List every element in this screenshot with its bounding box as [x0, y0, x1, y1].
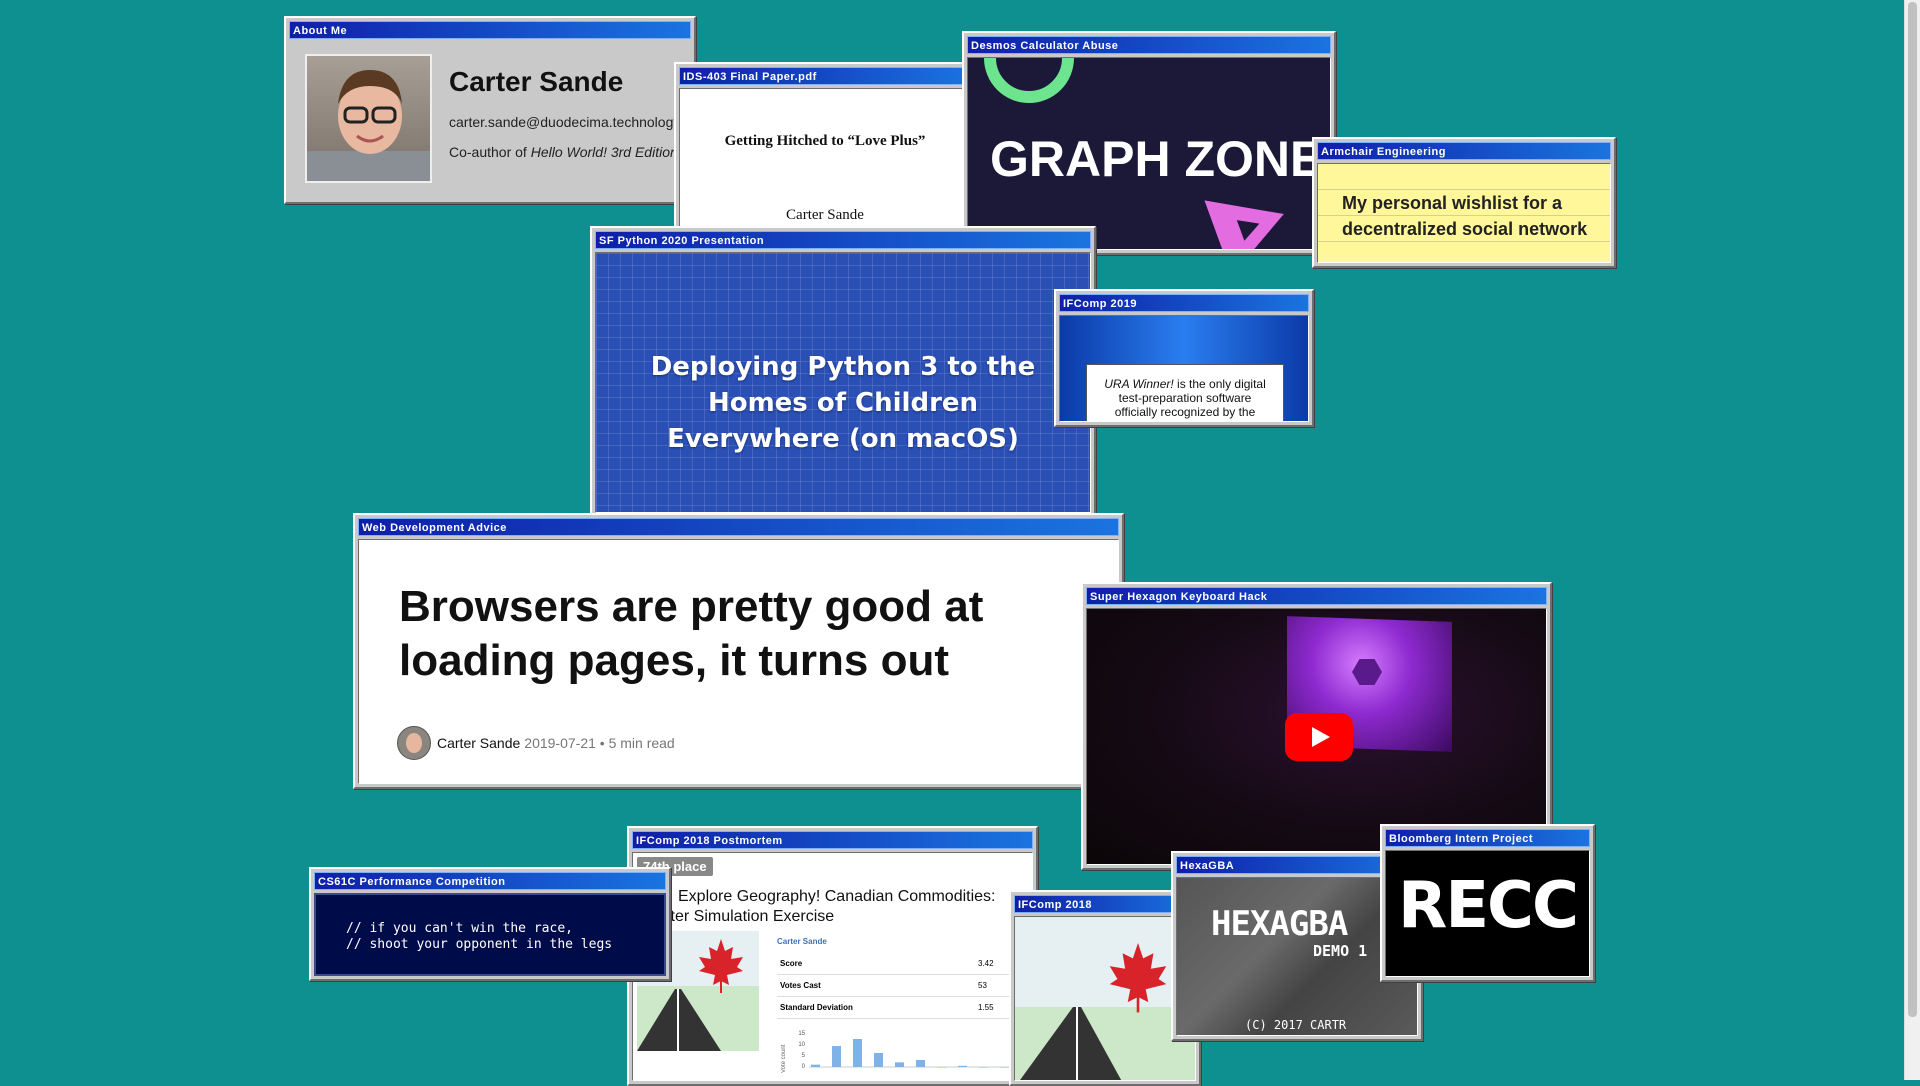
avatar	[305, 54, 432, 183]
stat-label: Score	[780, 959, 803, 968]
slide-title: Deploying Python 3 to the Homes of Child…	[650, 352, 1036, 454]
window-about-me[interactable]: About Me Carter Sande carter.sande@duode…	[284, 16, 696, 204]
slide-content: Deploying Python 3 to the Homes of Child…	[595, 252, 1091, 513]
window-title[interactable]: Super Hexagon Keyboard Hack	[1086, 587, 1547, 605]
histogram-bar	[958, 1065, 967, 1067]
scrollbar-thumb[interactable]	[1908, 2, 1917, 1017]
window-title[interactable]: IFComp 2018 Postmortem	[632, 831, 1033, 849]
histogram-bar	[937, 1067, 946, 1068]
youtube-play-button[interactable]	[1285, 713, 1353, 761]
road-shape	[1020, 1007, 1122, 1080]
ifcomp2018-cover	[1014, 916, 1196, 1081]
window-ifcomp-2019[interactable]: IFComp 2019 URA Winner! is the only digi…	[1054, 289, 1314, 427]
table-row: Votes Cast 53	[777, 975, 1032, 997]
ura-winner-emph: URA Winner!	[1104, 377, 1174, 391]
window-armchair[interactable]: Armchair Engineering My personal wishlis…	[1312, 137, 1616, 268]
code-line: // shoot your opponent in the legs	[346, 937, 613, 952]
stat-label: Standard Deviation	[780, 1003, 853, 1012]
vote-histogram-chart: Vote count 15 10 5 0	[781, 1031, 1021, 1073]
graph-zone-title: GRAPH ZONE	[990, 131, 1324, 187]
avatar	[397, 726, 431, 760]
about-content: Carter Sande carter.sande@duodecima.tech…	[289, 42, 691, 199]
window-title[interactable]: SF Python 2020 Presentation	[595, 231, 1091, 249]
article-headline[interactable]: Browsers are pretty good at loading page…	[399, 580, 1058, 688]
code-content: // if you can't win the race, // shoot y…	[314, 893, 666, 976]
window-title[interactable]: IFComp 2019	[1059, 294, 1309, 312]
ifcomp2019-card: URA Winner! is the only digital test-pre…	[1086, 364, 1284, 421]
article-content: Browsers are pretty good at loading page…	[358, 539, 1119, 784]
paper-content: Getting Hitched to “Love Plus” Carter Sa…	[679, 88, 971, 237]
article-byline: Carter Sande 2019-07-21 • 5 min read	[397, 726, 675, 760]
y-axis-label: Vote count	[781, 1044, 787, 1073]
author-link[interactable]: Carter Sande	[777, 937, 827, 946]
profile-coauthor: Co-author of Hello World! 3rd Edition	[449, 144, 678, 160]
profile-name: Carter Sande	[449, 66, 624, 97]
y-tick-label: 5	[802, 1053, 806, 1059]
desmos-content: GRAPH ZONE	[967, 57, 1331, 250]
window-sf-python[interactable]: SF Python 2020 Presentation Deploying Py…	[590, 226, 1096, 518]
y-tick-label: 10	[798, 1042, 805, 1048]
armchair-content: My personal wishlist for a decentralized…	[1317, 163, 1611, 263]
recc-logo: RECC	[1398, 869, 1579, 943]
histogram-bar	[832, 1046, 841, 1067]
hexagba-logo: HEXAGBA	[1211, 904, 1348, 944]
stat-label: Votes Cast	[780, 981, 821, 990]
window-title[interactable]: Armchair Engineering	[1317, 142, 1611, 160]
histogram-bar	[895, 1062, 904, 1067]
armchair-text: My personal wishlist for a decentralized…	[1342, 193, 1588, 239]
coauthor-prefix: Co-author of	[449, 144, 527, 160]
window-title[interactable]: CS61C Performance Competition	[314, 872, 666, 890]
y-tick-label: 0	[802, 1064, 806, 1070]
postmortem-content: 74th place Explore Geography! Canadian C…	[632, 852, 1033, 1081]
paper-heading: Getting Hitched to “Love Plus”	[724, 133, 926, 149]
paper-author: Carter Sande	[786, 207, 864, 223]
bloomberg-content: RECC	[1385, 850, 1590, 977]
histogram-bar	[811, 1064, 820, 1067]
window-title[interactable]: Bloomberg Intern Project	[1385, 829, 1590, 847]
histogram-bar	[853, 1039, 862, 1067]
stats-table: Score 3.42 Votes Cast 53 Standard Deviat…	[777, 953, 1032, 1019]
ifcomp2019-content: URA Winner! is the only digital test-pre…	[1059, 315, 1309, 422]
hexagba-copyright: (C) 2017 CARTR	[1245, 1018, 1347, 1032]
game-title[interactable]: Explore Geography! Canadian Commodities:…	[643, 887, 1028, 927]
y-tick-label: 15	[798, 1031, 805, 1037]
stat-value: 3.42	[978, 959, 994, 968]
table-row: Score 3.42	[777, 953, 1032, 975]
window-cs61c[interactable]: CS61C Performance Competition // if you …	[309, 867, 671, 981]
window-desmos[interactable]: Desmos Calculator Abuse GRAPH ZONE	[962, 31, 1336, 255]
window-bloomberg[interactable]: Bloomberg Intern Project RECC	[1380, 824, 1595, 982]
page-scrollbar[interactable]	[1904, 0, 1920, 1080]
green-circle-shape	[984, 58, 1074, 103]
histogram-bar	[916, 1060, 925, 1067]
histogram-bar	[979, 1067, 988, 1068]
window-title[interactable]: About Me	[289, 21, 691, 39]
stat-value: 1.55	[978, 1003, 994, 1012]
window-final-paper[interactable]: IDS-403 Final Paper.pdf Getting Hitched …	[674, 62, 976, 242]
code-line: // if you can't win the race,	[346, 921, 573, 936]
window-ifcomp-2018-postmortem[interactable]: IFComp 2018 Postmortem 74th place Explor…	[627, 826, 1038, 1086]
hexagba-demo: DEMO 1	[1313, 942, 1368, 960]
window-title[interactable]: IFComp 2018	[1014, 895, 1196, 913]
window-title[interactable]: Desmos Calculator Abuse	[967, 36, 1331, 54]
window-title[interactable]: IDS-403 Final Paper.pdf	[679, 67, 971, 85]
histogram-bar	[1000, 1067, 1009, 1068]
window-title[interactable]: Web Development Advice	[358, 518, 1119, 536]
maple-leaf-icon	[699, 939, 743, 993]
maple-leaf-icon	[1109, 943, 1167, 1013]
road-shape	[637, 989, 721, 1051]
coauthor-book[interactable]: Hello World! 3rd Edition	[531, 144, 678, 160]
table-row: Standard Deviation 1.55	[777, 997, 1032, 1019]
byline-author[interactable]: Carter Sande	[437, 735, 520, 751]
play-icon	[1312, 727, 1330, 747]
byline-meta: 2019-07-21 • 5 min read	[524, 735, 675, 751]
window-web-dev-advice[interactable]: Web Development Advice Browsers are pret…	[353, 513, 1124, 789]
profile-email[interactable]: carter.sande@duodecima.technology	[449, 114, 680, 130]
stat-value: 53	[978, 981, 987, 990]
histogram-bar	[874, 1053, 883, 1067]
